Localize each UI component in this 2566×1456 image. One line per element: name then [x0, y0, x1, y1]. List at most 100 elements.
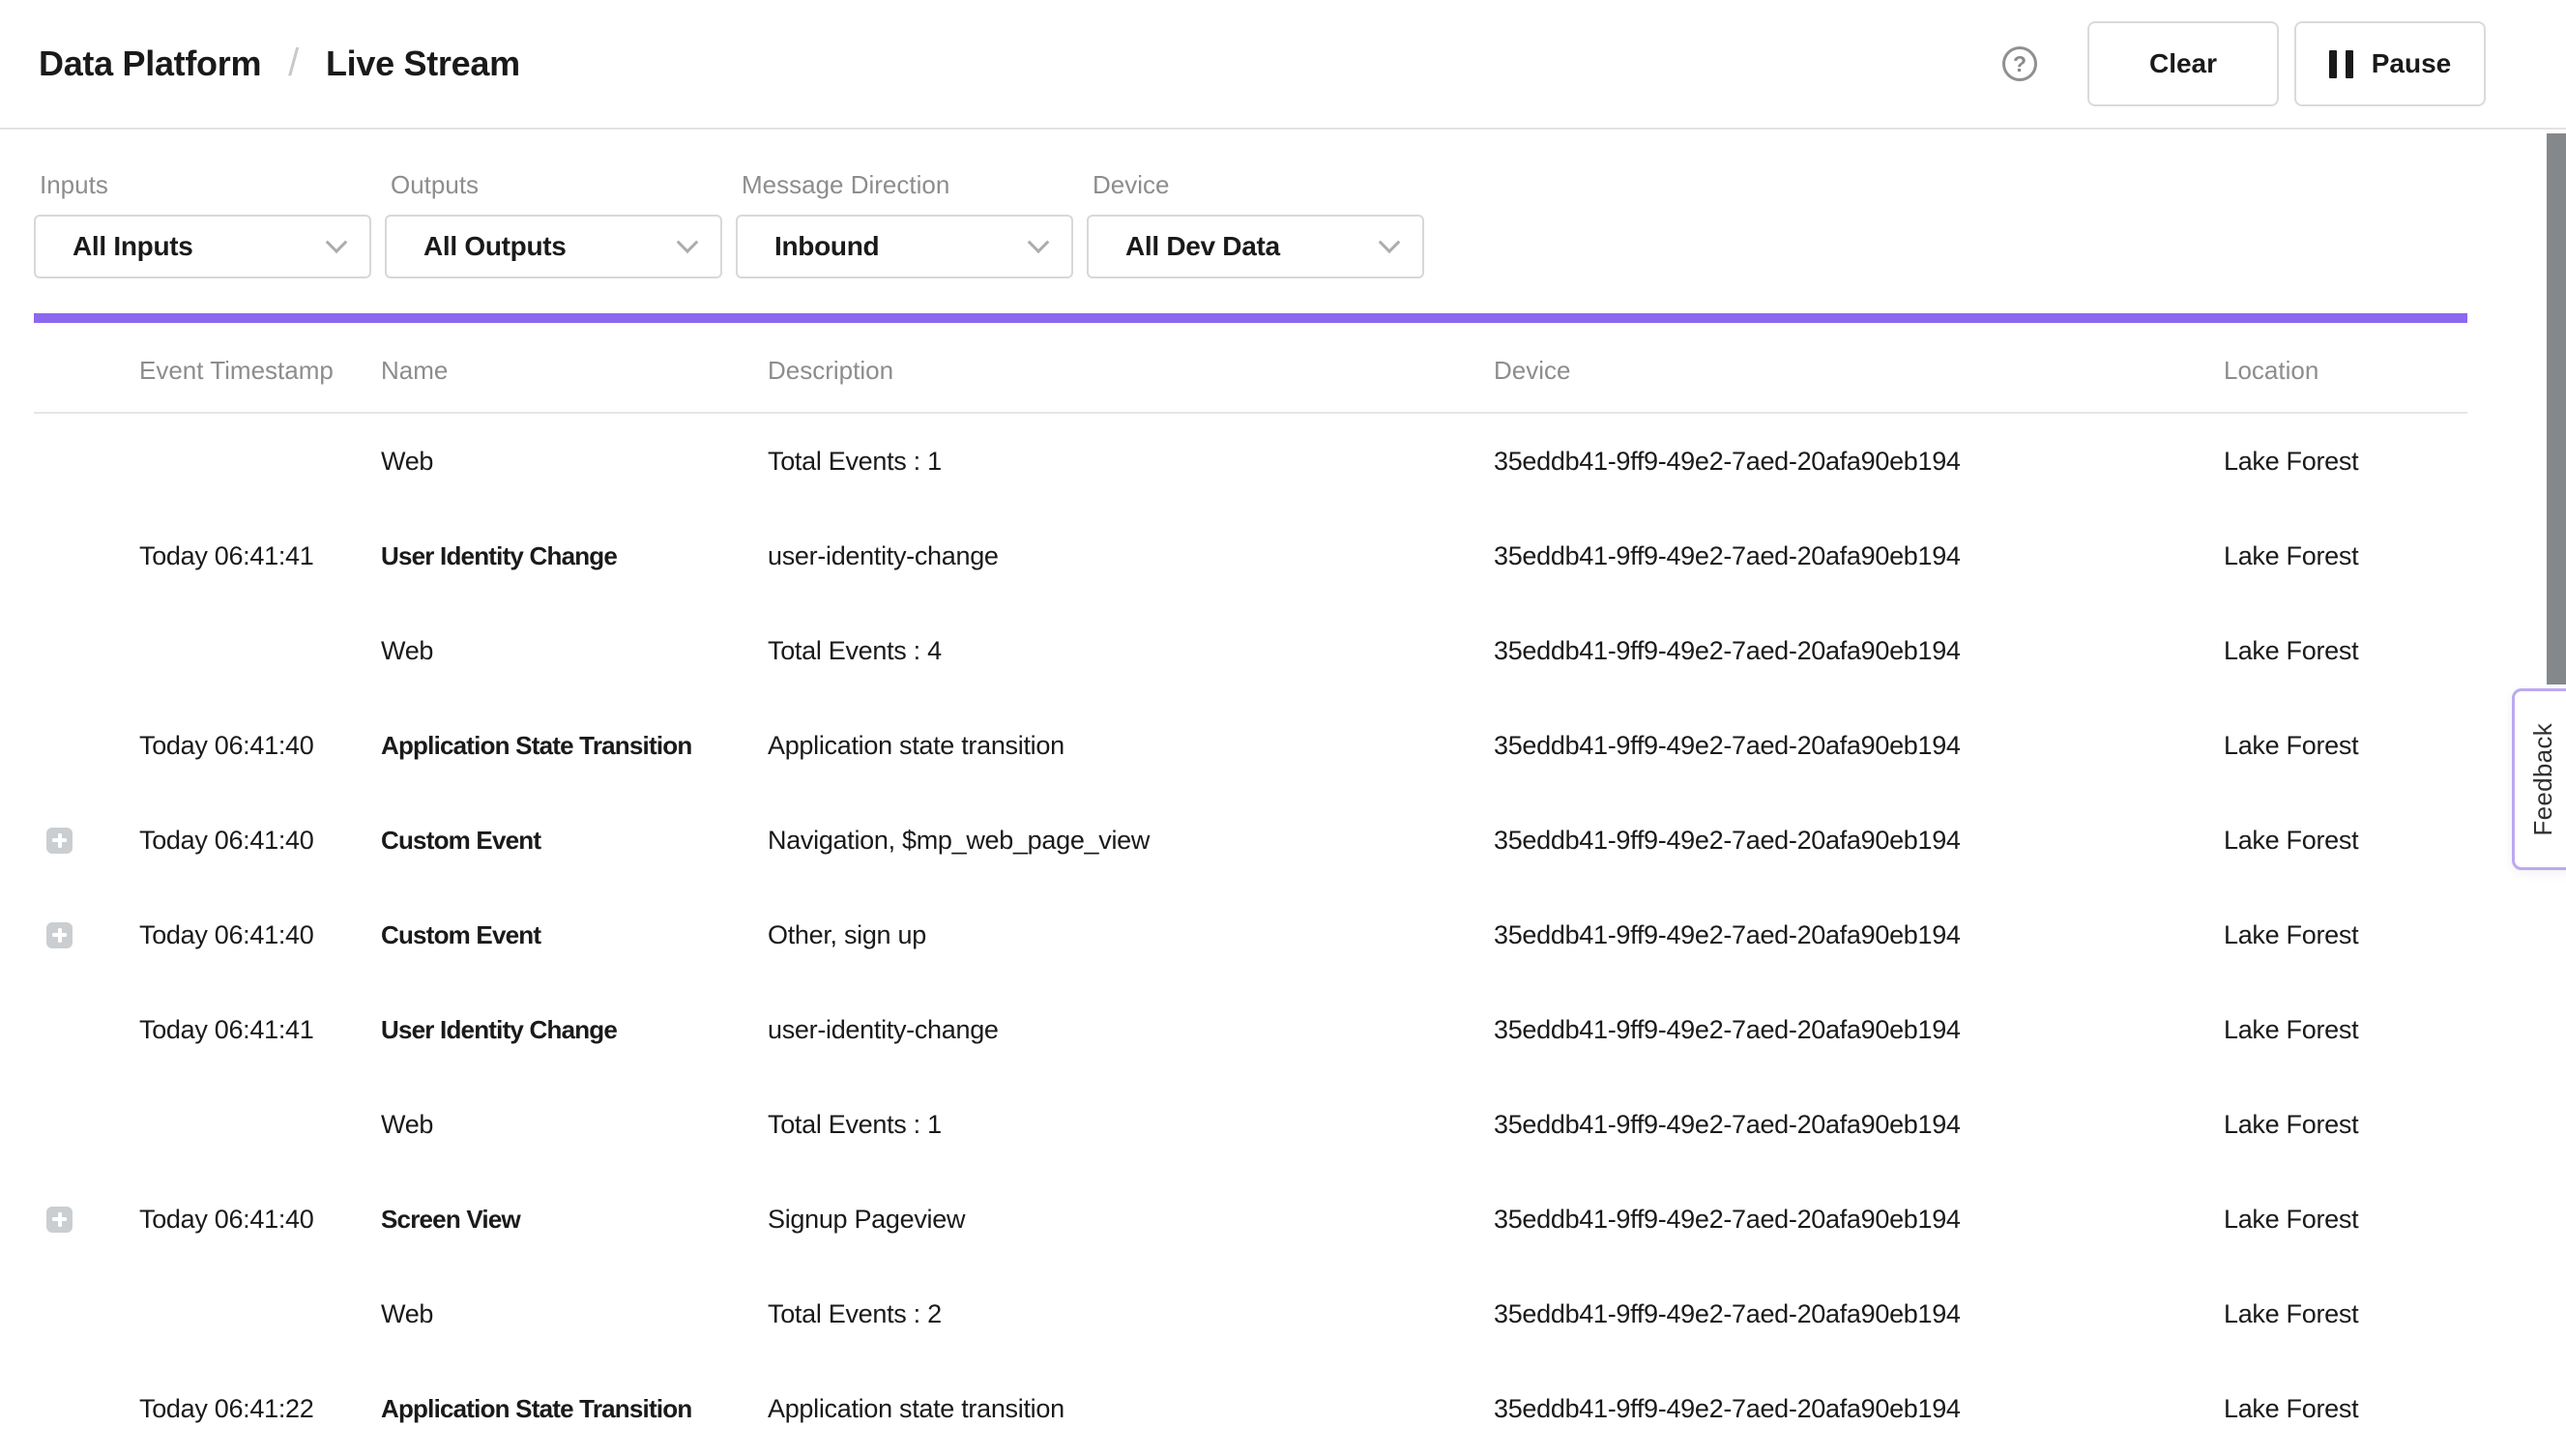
event-timestamp-cell: Today 06:41:40: [139, 731, 381, 761]
expand-row-button[interactable]: [46, 922, 73, 948]
device-filter-label: Device: [1093, 170, 1424, 200]
event-description-cell: Application state transition: [768, 1394, 1494, 1424]
expand-cell: [34, 828, 139, 854]
device-filter-select[interactable]: All Dev Data: [1087, 215, 1424, 278]
device-cell: 35eddb41-9ff9-49e2-7aed-20afa90eb194: [1494, 1110, 2224, 1140]
event-timestamp-cell: Today 06:41:40: [139, 1205, 381, 1235]
filter-group-device: Device All Dev Data: [1087, 170, 1424, 278]
device-cell: 35eddb41-9ff9-49e2-7aed-20afa90eb194: [1494, 1015, 2224, 1045]
filter-group-outputs: Outputs All Outputs: [385, 170, 722, 278]
outputs-filter-label: Outputs: [391, 170, 722, 200]
device-cell: 35eddb41-9ff9-49e2-7aed-20afa90eb194: [1494, 920, 2224, 950]
table-row: Today 06:41:41User Identity Changeuser-i…: [34, 509, 2467, 603]
breadcrumb-data-platform[interactable]: Data Platform: [39, 44, 261, 84]
table-row: Today 06:41:40Custom EventNavigation, $m…: [34, 793, 2467, 888]
help-icon[interactable]: ?: [2002, 46, 2037, 81]
message-direction-filter-value: Inbound: [774, 231, 879, 262]
table-row: Today 06:41:40Custom EventOther, sign up…: [34, 888, 2467, 982]
inputs-filter-value: All Inputs: [73, 231, 193, 262]
device-filter-value: All Dev Data: [1125, 231, 1280, 262]
filter-group-message-direction: Message Direction Inbound: [736, 170, 1073, 278]
location-cell: Lake Forest: [2224, 636, 2467, 666]
table-row: Today 06:41:40Application State Transiti…: [34, 698, 2467, 793]
device-cell: 35eddb41-9ff9-49e2-7aed-20afa90eb194: [1494, 826, 2224, 856]
table-row: Today 06:41:41User Identity Changeuser-i…: [34, 982, 2467, 1077]
expand-row-button[interactable]: [46, 1207, 73, 1233]
table-row: WebTotal Events : 135eddb41-9ff9-49e2-7a…: [34, 414, 2467, 509]
event-description-cell: Total Events : 4: [768, 636, 1494, 666]
device-cell: 35eddb41-9ff9-49e2-7aed-20afa90eb194: [1494, 447, 2224, 477]
table-row: WebTotal Events : 235eddb41-9ff9-49e2-7a…: [34, 1267, 2467, 1361]
event-timestamp-cell: Today 06:41:41: [139, 541, 381, 571]
clear-button[interactable]: Clear: [2087, 21, 2279, 106]
table-body: WebTotal Events : 135eddb41-9ff9-49e2-7a…: [34, 414, 2467, 1456]
expand-row-button[interactable]: [46, 828, 73, 854]
inputs-filter-label: Inputs: [40, 170, 371, 200]
breadcrumb: Data Platform / Live Stream: [39, 43, 520, 86]
event-name-cell: Web: [381, 1299, 768, 1329]
chevron-down-icon: [326, 231, 348, 253]
column-header-description: Description: [768, 356, 1494, 386]
event-timestamp-cell: Today 06:41:22: [139, 1394, 381, 1424]
table-row: Today 06:41:22Application State Transiti…: [34, 1361, 2467, 1456]
outputs-filter-value: All Outputs: [423, 231, 567, 262]
chevron-down-icon: [1379, 231, 1401, 253]
event-name-cell: Custom Event: [381, 826, 768, 856]
feedback-tab-label: Feedback: [2528, 723, 2558, 836]
event-name-cell: Web: [381, 636, 768, 666]
message-direction-filter-label: Message Direction: [742, 170, 1073, 200]
feedback-tab[interactable]: Feedback: [2512, 688, 2566, 870]
table-row: WebTotal Events : 135eddb41-9ff9-49e2-7a…: [34, 1077, 2467, 1172]
event-description-cell: Other, sign up: [768, 920, 1494, 950]
location-cell: Lake Forest: [2224, 920, 2467, 950]
inputs-filter-select[interactable]: All Inputs: [34, 215, 371, 278]
column-header-name: Name: [381, 356, 768, 386]
outputs-filter-select[interactable]: All Outputs: [385, 215, 722, 278]
event-name-cell: Application State Transition: [381, 1394, 768, 1424]
expand-cell: [34, 922, 139, 948]
location-cell: Lake Forest: [2224, 447, 2467, 477]
event-name-cell: User Identity Change: [381, 541, 768, 571]
event-name-cell: Web: [381, 447, 768, 477]
message-direction-filter-select[interactable]: Inbound: [736, 215, 1073, 278]
location-cell: Lake Forest: [2224, 541, 2467, 571]
event-timestamp-cell: Today 06:41:41: [139, 1015, 381, 1045]
pause-button[interactable]: Pause: [2294, 21, 2486, 106]
expand-cell: [34, 1207, 139, 1233]
breadcrumb-separator: /: [288, 42, 299, 85]
chevron-down-icon: [1028, 231, 1050, 253]
device-cell: 35eddb41-9ff9-49e2-7aed-20afa90eb194: [1494, 1394, 2224, 1424]
pause-icon: [2329, 50, 2353, 78]
events-table: Event Timestamp Name Description Device …: [34, 329, 2467, 1456]
event-description-cell: Application state transition: [768, 731, 1494, 761]
event-name-cell: Screen View: [381, 1205, 768, 1235]
column-header-location: Location: [2224, 356, 2467, 386]
filters-bar: Inputs All Inputs Outputs All Outputs Me…: [0, 170, 2566, 278]
column-header-event-timestamp: Event Timestamp: [139, 356, 381, 386]
chevron-down-icon: [677, 231, 699, 253]
location-cell: Lake Forest: [2224, 826, 2467, 856]
event-timestamp-cell: Today 06:41:40: [139, 920, 381, 950]
location-cell: Lake Forest: [2224, 731, 2467, 761]
event-timestamp-cell: Today 06:41:40: [139, 826, 381, 856]
location-cell: Lake Forest: [2224, 1110, 2467, 1140]
event-description-cell: Navigation, $mp_web_page_view: [768, 826, 1494, 856]
header-actions: ? Clear Pause: [2002, 21, 2486, 106]
event-description-cell: user-identity-change: [768, 1015, 1494, 1045]
stream-progress-bar: [34, 313, 2467, 323]
table-row: Today 06:41:40Screen ViewSignup Pageview…: [34, 1172, 2467, 1267]
location-cell: Lake Forest: [2224, 1299, 2467, 1329]
column-header-device: Device: [1494, 356, 2224, 386]
event-name-cell: Application State Transition: [381, 731, 768, 761]
location-cell: Lake Forest: [2224, 1015, 2467, 1045]
event-name-cell: User Identity Change: [381, 1015, 768, 1045]
device-cell: 35eddb41-9ff9-49e2-7aed-20afa90eb194: [1494, 731, 2224, 761]
device-cell: 35eddb41-9ff9-49e2-7aed-20afa90eb194: [1494, 1205, 2224, 1235]
event-description-cell: user-identity-change: [768, 541, 1494, 571]
event-description-cell: Total Events : 1: [768, 1110, 1494, 1140]
event-description-cell: Total Events : 2: [768, 1299, 1494, 1329]
scrollbar-thumb[interactable]: [2547, 133, 2566, 684]
location-cell: Lake Forest: [2224, 1205, 2467, 1235]
device-cell: 35eddb41-9ff9-49e2-7aed-20afa90eb194: [1494, 636, 2224, 666]
event-description-cell: Total Events : 1: [768, 447, 1494, 477]
